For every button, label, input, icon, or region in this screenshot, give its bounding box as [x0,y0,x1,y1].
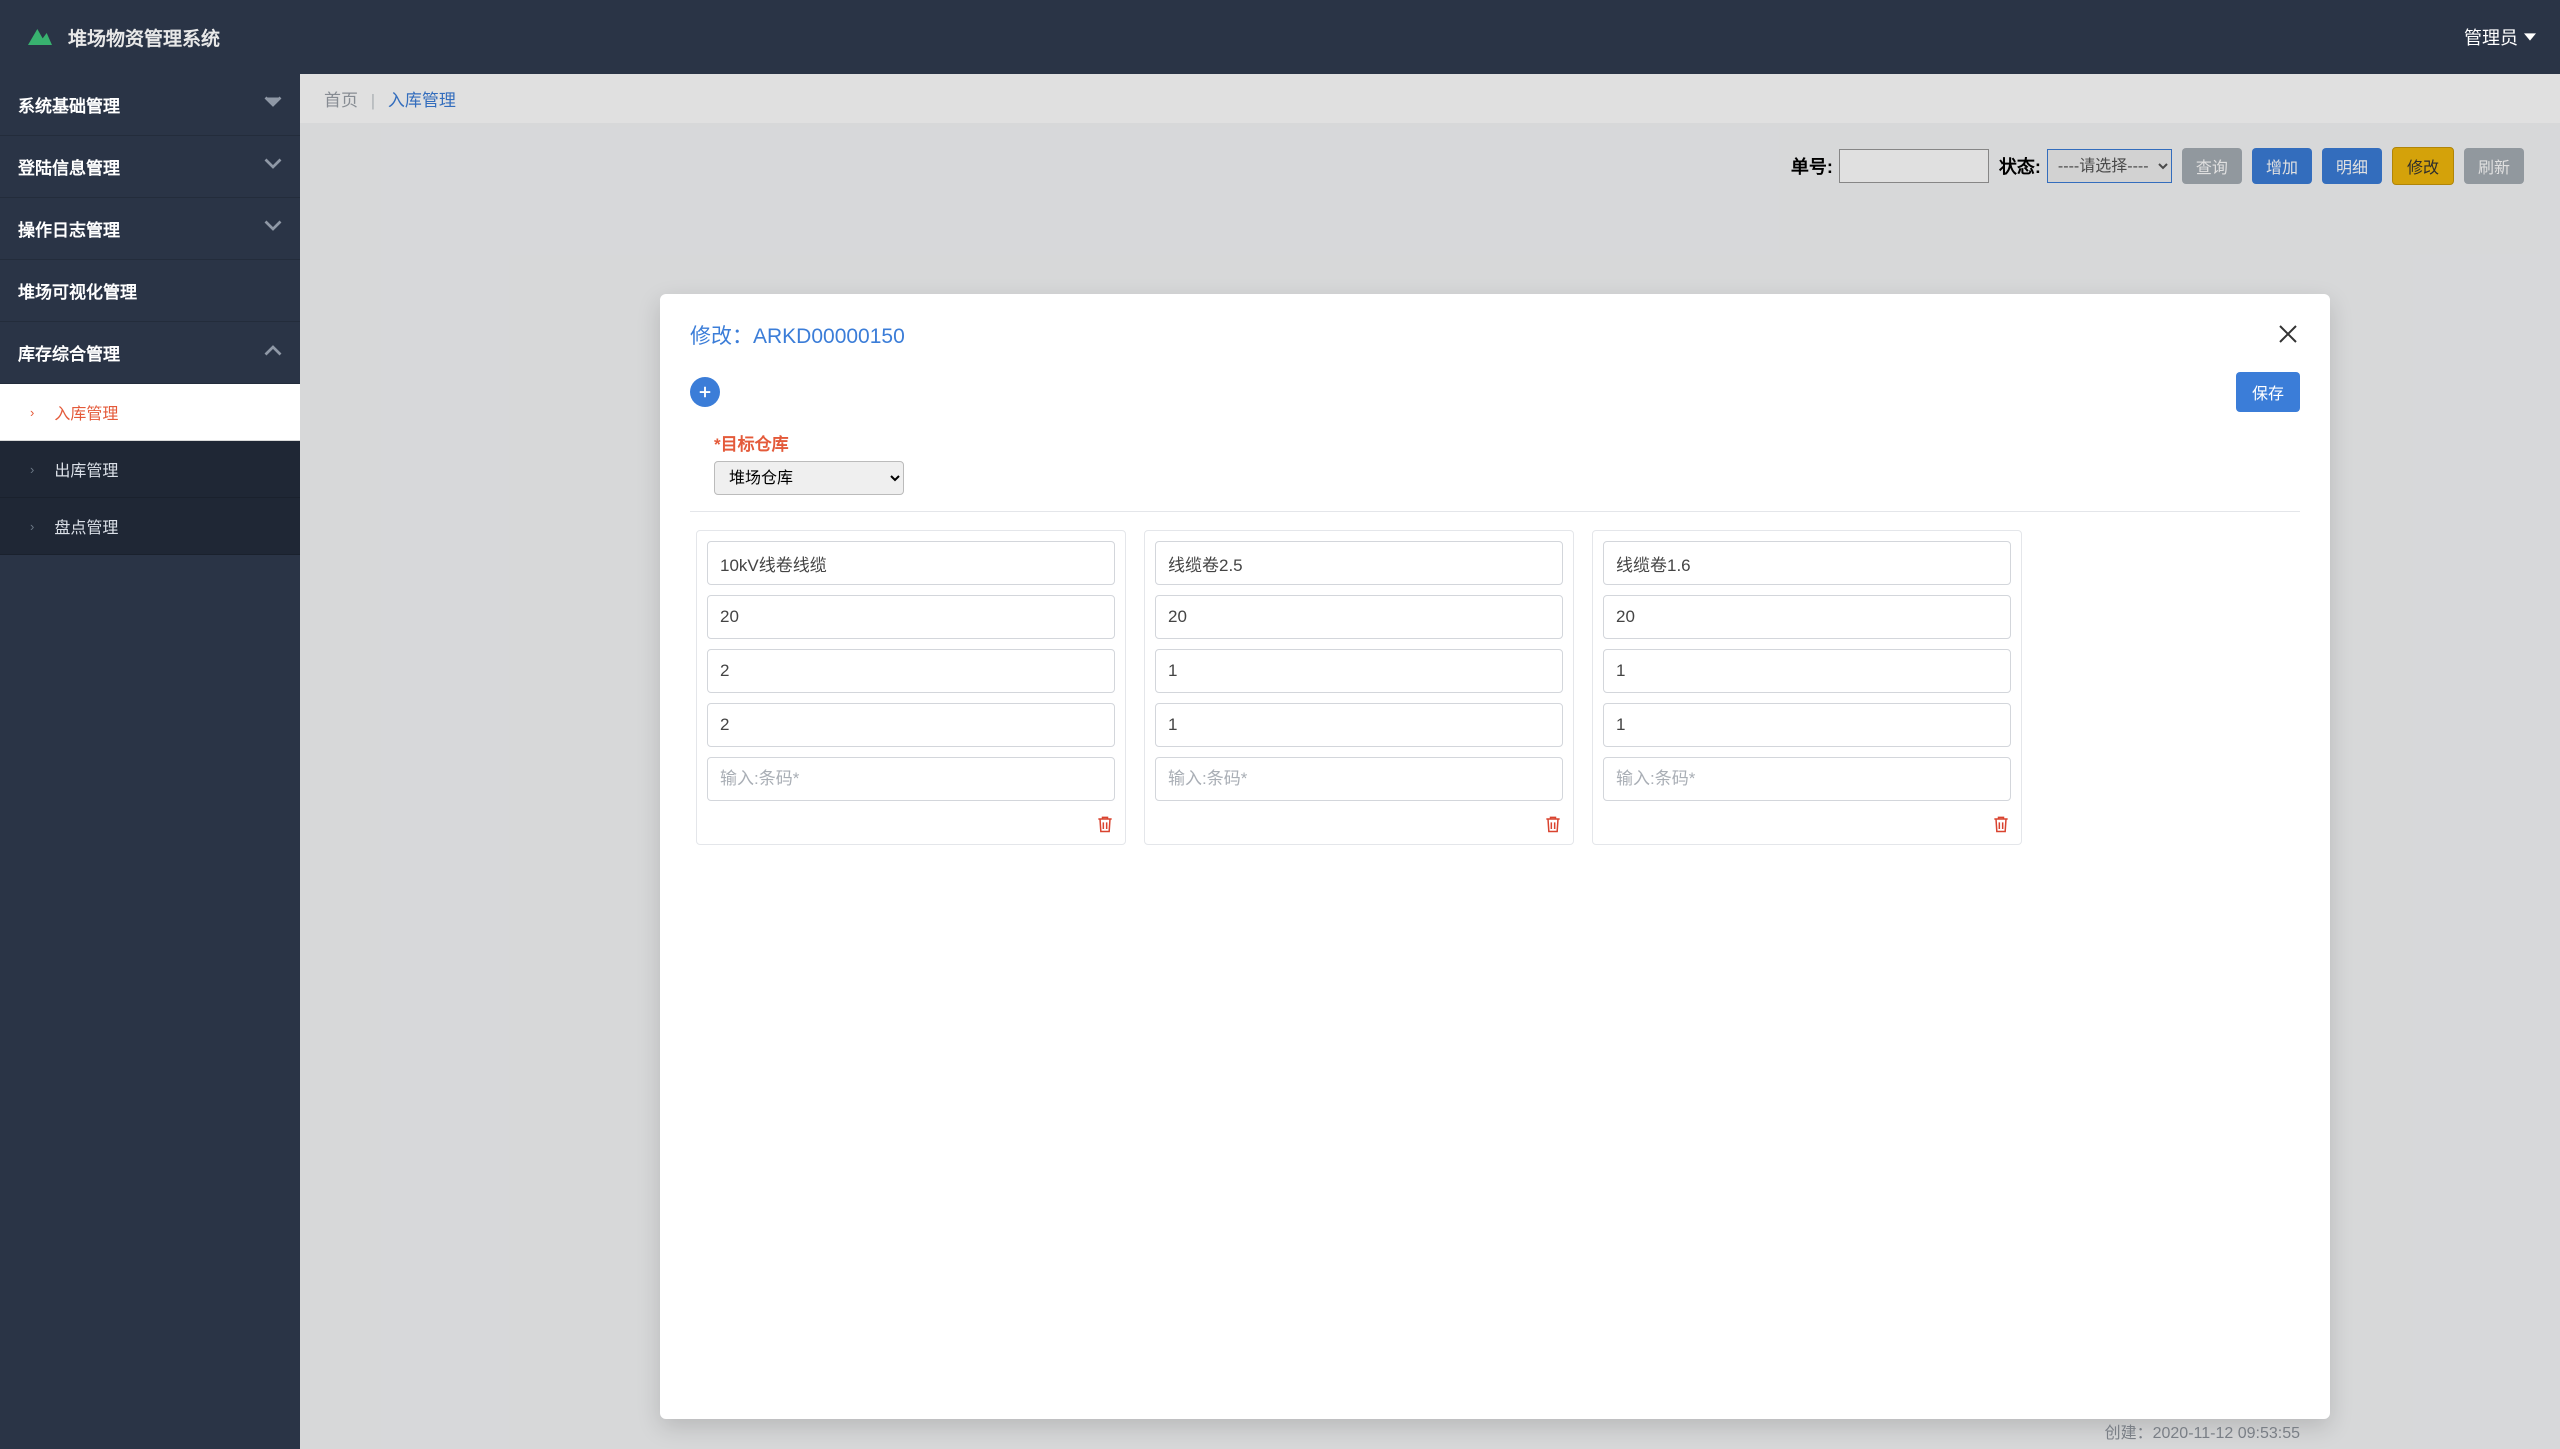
caret-down-icon [2524,27,2536,48]
target-warehouse-select[interactable]: 堆场仓库 [714,461,904,495]
item-field-a-input[interactable] [1155,649,1563,693]
item-field-a-input[interactable] [707,649,1115,693]
trash-icon [1543,813,1563,835]
user-name: 管理员 [2464,24,2518,50]
menu-group-oplog[interactable]: 操作日志管理 [0,198,300,260]
target-warehouse-label: *目标仓库 [714,430,2300,455]
close-icon [2276,322,2300,346]
modal-title: 修改：ARKD00000150 [690,320,905,350]
item-name-input[interactable] [1603,541,2011,585]
app-logo: 堆场物资管理系统 [24,21,220,53]
trash-icon [1991,813,2011,835]
item-field-a-input[interactable] [1603,649,2011,693]
item-card [696,530,1126,845]
sidebar-item-label: 出库管理 [54,457,118,481]
chevron-down-icon [264,93,282,116]
item-card [1592,530,2022,845]
chevron-down-icon [264,217,282,240]
chevron-up-icon [264,341,282,364]
trash-icon [1095,813,1115,835]
item-qty-input[interactable] [1603,595,2011,639]
item-barcode-input[interactable] [1603,757,2011,801]
app-title: 堆场物资管理系统 [68,24,220,51]
menu-group-yardvis[interactable]: 堆场可视化管理 [0,260,300,322]
user-menu[interactable]: 管理员 [2464,24,2536,50]
sidebar-item-outbound[interactable]: › 出库管理 [0,441,300,498]
menu-group-inventory[interactable]: 库存综合管理 [0,322,300,384]
menu-group-system[interactable]: 系统基础管理 [0,74,300,136]
modal-header: 修改：ARKD00000150 [690,320,2300,350]
item-name-input[interactable] [707,541,1115,585]
chevron-right-icon: › [30,519,34,534]
item-card [1144,530,1574,845]
item-name-input[interactable] [1155,541,1563,585]
sidebar-item-label: 入库管理 [54,400,118,424]
delete-item-button[interactable] [1543,813,1563,838]
menu-group-login[interactable]: 登陆信息管理 [0,136,300,198]
chevron-down-icon [264,155,282,178]
sidebar: 系统基础管理 登陆信息管理 操作日志管理 堆场可视化管理 库存综合管理 › [0,74,300,1449]
plus-icon [696,383,714,401]
submenu-inventory: › 入库管理 › 出库管理 › 盘点管理 [0,384,300,555]
modal-subbar: 保存 [690,372,2300,412]
modal-order-id: ARKD00000150 [753,325,905,348]
logo-icon [24,21,56,53]
edit-modal: 修改：ARKD00000150 保存 *目标仓库 堆场仓库 [660,294,2330,1419]
save-button[interactable]: 保存 [2236,372,2300,412]
item-cards [690,512,2300,863]
sidebar-item-label: 盘点管理 [54,514,118,538]
item-field-b-input[interactable] [1155,703,1563,747]
item-field-b-input[interactable] [707,703,1115,747]
sidebar-item-inbound[interactable]: › 入库管理 [0,384,300,441]
chevron-right-icon: › [30,462,34,477]
created-timestamp: 创建：2020-11-12 09:53:55 [2105,1419,2300,1443]
delete-item-button[interactable] [1095,813,1115,838]
menu-group-label: 库存综合管理 [18,340,120,365]
item-qty-input[interactable] [707,595,1115,639]
item-barcode-input[interactable] [707,757,1115,801]
item-qty-input[interactable] [1155,595,1563,639]
delete-item-button[interactable] [1991,813,2011,838]
menu-group-label: 堆场可视化管理 [18,278,137,303]
item-field-b-input[interactable] [1603,703,2011,747]
modal-title-prefix: 修改： [690,325,753,348]
top-navbar: 堆场物资管理系统 管理员 [0,0,2560,74]
sidebar-item-stocktake[interactable]: › 盘点管理 [0,498,300,555]
content-area: 首页 | 入库管理 单号: 状态: ----请选择---- 查询 增加 明细 [300,74,2560,1449]
menu-group-label: 操作日志管理 [18,216,120,241]
item-barcode-input[interactable] [1155,757,1563,801]
close-button[interactable] [2276,322,2300,349]
chevron-right-icon: › [30,405,34,420]
menu-group-label: 系统基础管理 [18,92,120,117]
menu-group-label: 登陆信息管理 [18,154,120,179]
add-row-button[interactable] [690,377,720,407]
